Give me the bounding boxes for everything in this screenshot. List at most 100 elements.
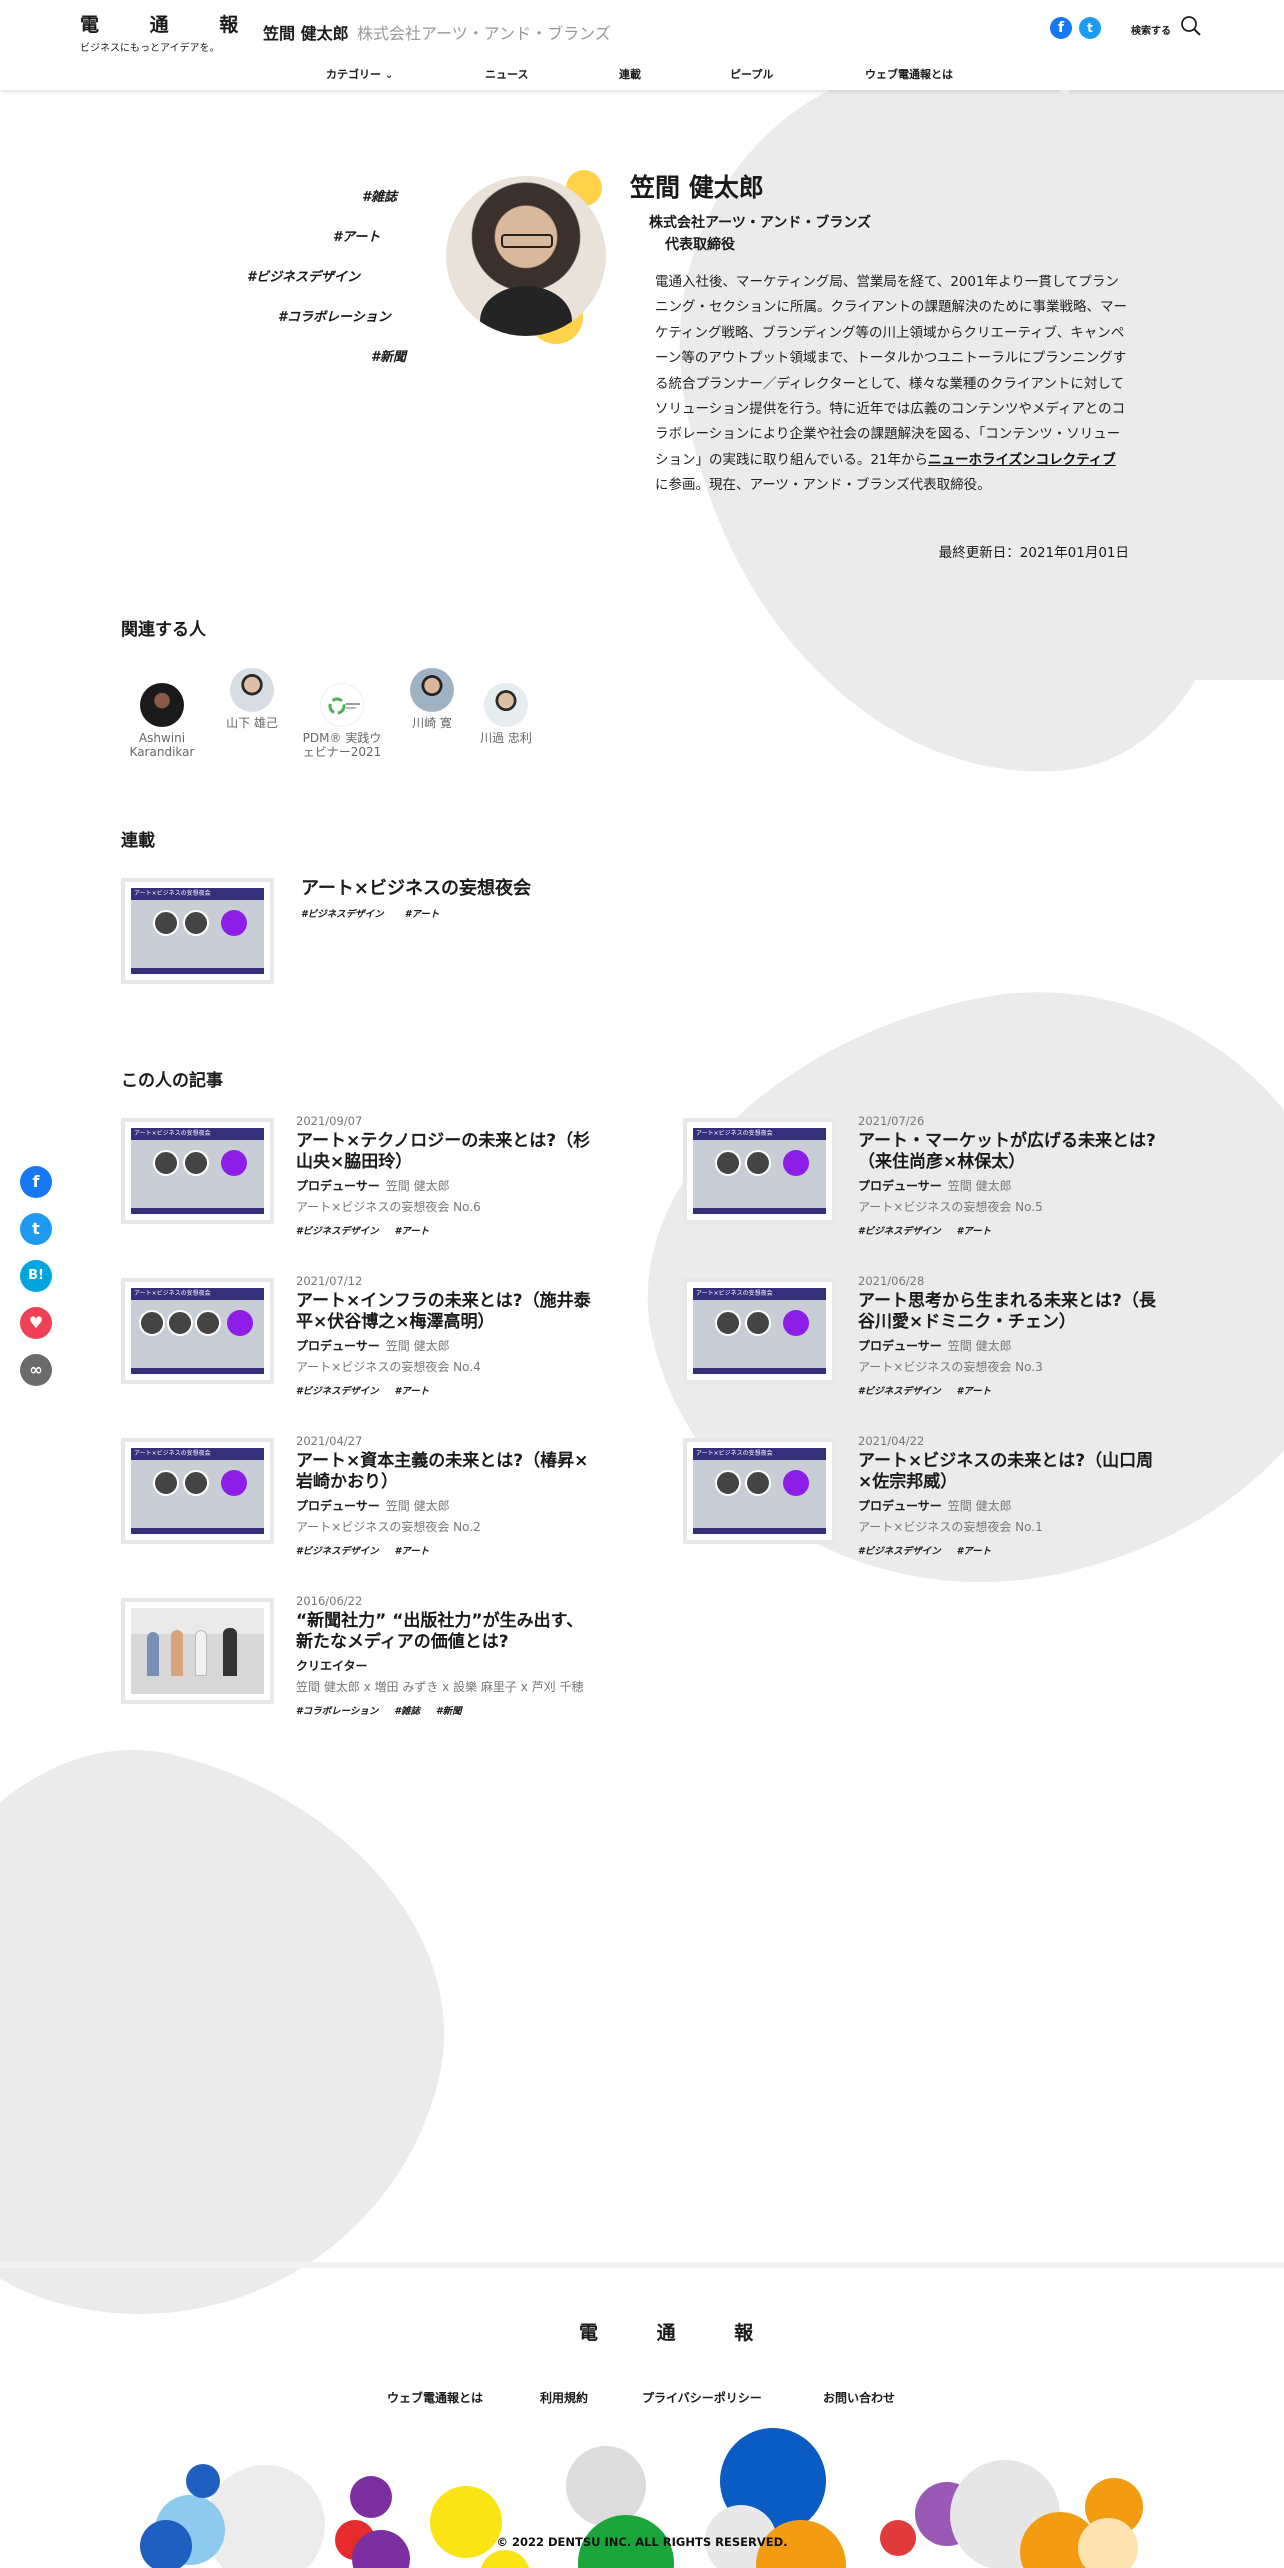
thumbnail-portrait [183,1470,209,1496]
thumbnail-badge [783,1310,809,1336]
role-person[interactable]: 笠間 健太郎 [948,1499,1012,1513]
nav-about[interactable]: ウェブ電通報とは [865,66,953,82]
thumbnail-image: アート×ビジネスの妄想夜会 [131,888,264,974]
role-label: プロデューサー [296,1499,380,1513]
article-title[interactable]: アート・マーケットが広げる未来とは?（来住尚彦×林保太） [858,1131,1158,1173]
article-title[interactable]: アート×テクノロジーの未来とは?（杉山央×脇田玲） [296,1131,596,1173]
article-thumbnail[interactable]: アート×ビジネスの妄想夜会 [121,1278,274,1384]
role-label: プロデューサー [858,1179,942,1193]
article-series[interactable]: アート×ビジネスの妄想夜会 No.5 [858,1198,1158,1215]
site-header: 電 通 報 ビジネスにもっとアイデアを。 笠間 健太郎 株式会社アーツ・アンド・… [0,0,1284,90]
role-person[interactable]: 笠間 健太郎 [386,1499,450,1513]
thumbnail-portrait [139,1310,165,1336]
thumbnail-figure [171,1630,183,1676]
article-role: プロデューサー 笠間 健太郎 [296,1497,596,1514]
article-tags: #ビジネスデザイン #アート [858,1219,1158,1238]
profile-tag[interactable]: #ビジネスデザイン [247,266,360,285]
article-thumbnail[interactable]: アート×ビジネスの妄想夜会 [683,1438,836,1544]
role-label: プロデューサー [296,1179,380,1193]
related-person[interactable]: PDM® 実践ウェビナー2021 [297,683,387,759]
article-series[interactable]: アート×ビジネスの妄想夜会 No.4 [296,1358,596,1375]
footer-link-privacy[interactable]: プライバシーポリシー [642,2389,762,2406]
tag-link[interactable]: #アート [405,909,440,920]
article-title[interactable]: アート×インフラの未来とは?（施井泰平×伏谷博之×梅澤高明） [296,1291,596,1333]
profile-tag[interactable]: #雑誌 [362,186,397,205]
tag-link[interactable]: #雑誌 [394,1706,420,1717]
role-person[interactable]: 笠間 健太郎 [948,1339,1012,1353]
avatar-glasses [501,234,553,248]
article-date: 2021/06/28 [858,1274,925,1288]
search-icon[interactable] [1180,15,1202,37]
bio-link[interactable]: ニューホライズンコレクティブ [928,452,1116,468]
facebook-icon[interactable]: f [1050,17,1072,39]
article-contributors[interactable]: 笠間 健太郎 x 増田 みずき x 設樂 麻里子 x 芦刈 千穂 [296,1678,596,1695]
tag-link[interactable]: #アート [395,1546,430,1557]
role-person[interactable]: 笠間 健太郎 [386,1339,450,1353]
thumbnail-footer-bar [131,1368,264,1374]
tag-link[interactable]: #ビジネスデザイン [858,1546,941,1557]
tag-link[interactable]: #コラボレーション [296,1706,378,1717]
footer-link-about[interactable]: ウェブ電通報とは [387,2389,483,2406]
nav-news[interactable]: ニュース [485,66,528,82]
article-title[interactable]: “新聞社力” “出版社力”が生み出す、新たなメディアの価値とは? [296,1611,596,1653]
thumbnail-badge [221,910,247,936]
thumbnail-footer-bar [693,1368,826,1374]
tag-link[interactable]: #ビジネスデザイン [858,1386,941,1397]
footer-logo[interactable]: 電 通 報 [579,2318,779,2345]
article-series[interactable]: アート×ビジネスの妄想夜会 No.3 [858,1358,1158,1375]
article-thumbnail[interactable]: アート×ビジネスの妄想夜会 [121,1438,274,1544]
article-thumbnail[interactable]: アート×ビジネスの妄想夜会 [683,1118,836,1224]
profile-tag[interactable]: #アート [333,226,380,245]
person-name: Ashwini Karandikar [129,731,195,759]
footer-divider [0,2262,1284,2268]
thumbnail-figure [195,1630,207,1676]
thumbnail-portrait [167,1310,193,1336]
nav-category[interactable]: カテゴリー ⌄ [326,66,393,82]
serial-thumbnail[interactable]: アート×ビジネスの妄想夜会 [121,878,274,984]
article-date: 2021/07/26 [858,1114,925,1128]
search-label[interactable]: 検索する [1131,22,1171,37]
person-avatar [484,683,528,727]
thumbnail-portrait [153,1150,179,1176]
serial-title[interactable]: アート×ビジネスの妄想夜会 [301,874,531,900]
article-thumbnail[interactable]: アート×ビジネスの妄想夜会 [683,1278,836,1384]
twitter-icon[interactable]: t [1079,17,1101,39]
thumbnail-image: アート×ビジネスの妄想夜会 [693,1128,826,1214]
related-person[interactable]: Ashwini Karandikar [117,683,207,759]
nav-serial[interactable]: 連載 [619,66,641,82]
profile-tag[interactable]: #新聞 [371,346,406,365]
article-series[interactable]: アート×ビジネスの妄想夜会 No.6 [296,1198,596,1215]
tag-link[interactable]: #アート [395,1386,430,1397]
article-series[interactable]: アート×ビジネスの妄想夜会 No.1 [858,1518,1158,1535]
tag-link[interactable]: #アート [957,1226,992,1237]
related-person[interactable]: 川過 忠利 [461,683,551,745]
article-thumbnail[interactable] [121,1598,274,1704]
article-thumbnail[interactable]: アート×ビジネスの妄想夜会 [121,1118,274,1224]
role-person[interactable]: 笠間 健太郎 [948,1179,1012,1193]
article-title[interactable]: アート×資本主義の未来とは?（椿昇×岩崎かおり） [296,1451,596,1493]
footer-link-contact[interactable]: お問い合わせ [823,2389,895,2406]
person-avatar [140,683,184,727]
role-person[interactable]: 笠間 健太郎 [386,1179,450,1193]
article-card: 2016/06/22 “新聞社力” “出版社力”が生み出す、新たなメディアの価値… [296,1594,596,1718]
article-role: プロデューサー 笠間 健太郎 [858,1177,1158,1194]
tag-link[interactable]: #新聞 [436,1706,462,1717]
nav-people[interactable]: ピープル [730,66,773,82]
article-title[interactable]: アート思考から生まれる未来とは?（長谷川愛×ドミニク・チェン） [858,1291,1158,1333]
tag-link[interactable]: #ビジネスデザイン [296,1546,379,1557]
thumbnail-badge [227,1310,253,1336]
article-title[interactable]: アート×ビジネスの未来とは?（山口周×佐宗邦威） [858,1451,1158,1493]
tag-link[interactable]: #ビジネスデザイン [296,1226,379,1237]
footer-link-terms[interactable]: 利用規約 [540,2389,588,2406]
profile-tag[interactable]: #コラボレーション [278,306,391,325]
tag-link[interactable]: #アート [395,1226,430,1237]
tag-link[interactable]: #アート [957,1546,992,1557]
tag-link[interactable]: #ビジネスデザイン [296,1386,379,1397]
tag-link[interactable]: #ビジネスデザイン [858,1226,941,1237]
tag-link[interactable]: #ビジネスデザイン [301,909,384,920]
article-series[interactable]: アート×ビジネスの妄想夜会 No.2 [296,1518,596,1535]
tag-link[interactable]: #アート [957,1386,992,1397]
related-person[interactable]: 山下 雄己 [207,668,297,730]
person-avatar [230,668,274,712]
site-logo[interactable]: 電 通 報 ビジネスにもっとアイデアを。 [80,10,260,54]
